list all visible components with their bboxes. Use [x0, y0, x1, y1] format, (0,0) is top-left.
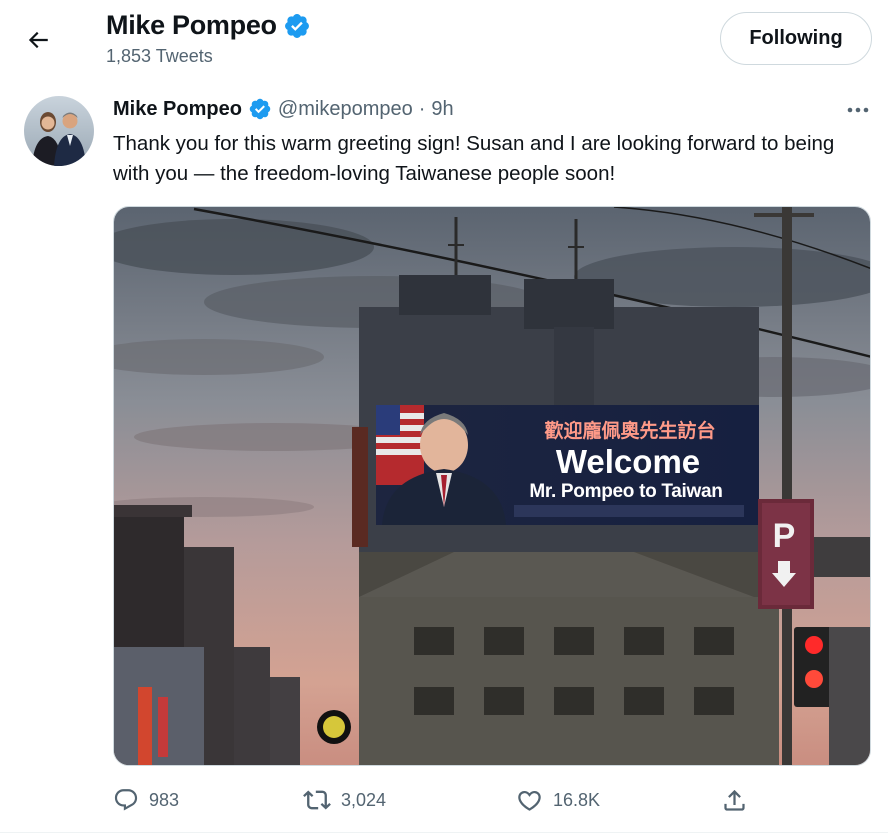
tweet-count: 1,853 Tweets — [106, 46, 213, 66]
tweet-media-photo[interactable]: 歡迎龐佩奧先生訪台 Welcome Mr. Pompeo to Taiwan P — [113, 206, 871, 766]
more-options-button[interactable] — [840, 96, 876, 124]
share-icon — [724, 789, 745, 811]
tweet-text: Thank you for this warm greeting sign! S… — [113, 132, 835, 185]
back-button[interactable] — [18, 20, 58, 60]
billboard-subtitle: Mr. Pompeo to Taiwan — [529, 481, 722, 502]
tweet-author-handle[interactable]: @mikepompeo — [278, 98, 413, 121]
like-count: 16.8K — [553, 789, 601, 810]
billboard-welcome: Welcome — [556, 443, 700, 480]
tweet-timestamp[interactable]: 9h — [431, 98, 453, 121]
retweet-icon — [303, 790, 331, 810]
tweet-separator: · — [418, 97, 426, 120]
arrow-left-icon — [28, 31, 48, 49]
reply-button[interactable]: 983 — [113, 780, 179, 820]
tweet-author-name[interactable]: Mike Pompeo — [113, 98, 242, 121]
divider — [0, 832, 888, 833]
tweet-header: Mike Pompeo @mikepompeo · 9h — [113, 97, 454, 121]
verified-badge-icon — [284, 13, 309, 38]
header-display-name: Mike Pompeo — [106, 10, 277, 40]
avatar-photo — [24, 96, 94, 166]
parking-sign-letter: P — [773, 517, 796, 555]
reply-count: 983 — [149, 789, 180, 810]
following-button[interactable]: Following — [720, 12, 872, 65]
heart-icon — [518, 790, 541, 811]
billboard-heading: 歡迎龐佩奧先生訪台 — [544, 419, 715, 442]
verified-badge-icon — [249, 98, 271, 120]
avatar[interactable] — [24, 96, 94, 166]
retweet-count: 3,024 — [341, 789, 387, 810]
retweet-button[interactable]: 3,024 — [303, 780, 386, 820]
share-button[interactable] — [721, 780, 748, 820]
more-dots-icon — [847, 107, 869, 113]
photo-scene: 歡迎龐佩奧先生訪台 Welcome Mr. Pompeo to Taiwan P — [114, 207, 870, 765]
header-title-row: Mike Pompeo — [106, 10, 311, 41]
like-button[interactable]: 16.8K — [516, 780, 600, 820]
reply-icon — [114, 789, 138, 811]
tweet-actions: 983 3,024 16.8K — [113, 780, 873, 820]
profile-header: Mike Pompeo 1,853 Tweets Following — [0, 0, 888, 82]
